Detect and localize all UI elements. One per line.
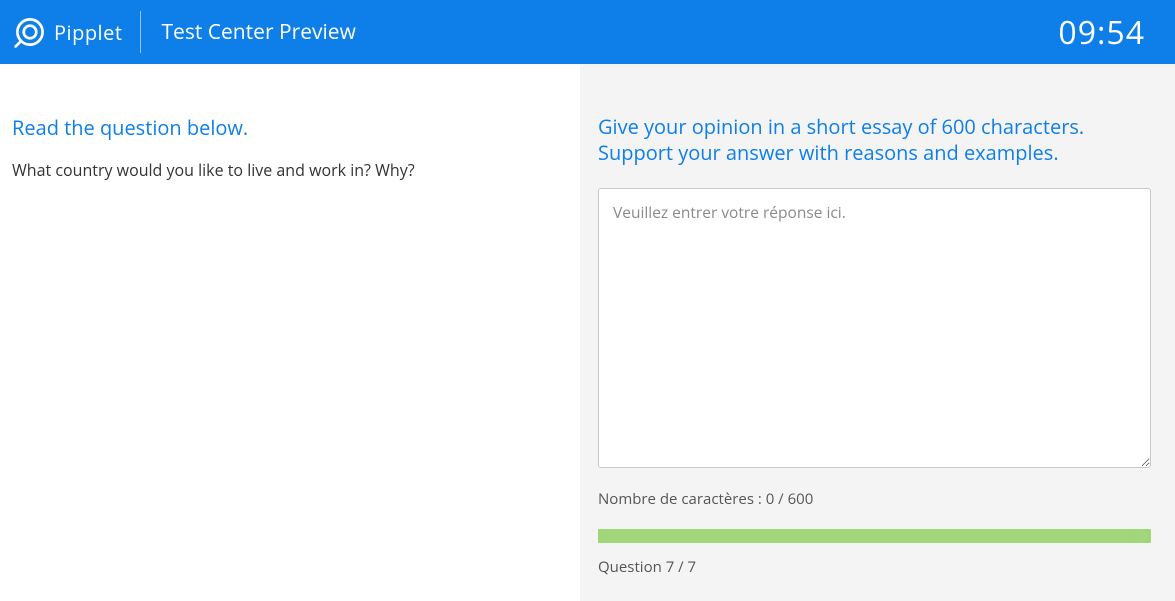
question-text: What country would you like to live and … [12, 159, 568, 181]
question-number: Question 7 / 7 [598, 557, 1151, 577]
countdown-timer: 09:54 [1058, 11, 1163, 54]
main-content: Read the question below. What country wo… [0, 64, 1175, 601]
answer-textarea[interactable] [598, 188, 1151, 468]
progress-bar [598, 529, 1151, 543]
character-count: Nombre de caractères : 0 / 600 [598, 489, 1151, 509]
page-title: Test Center Preview [161, 18, 355, 46]
brand-logo[interactable]: Pipplet [12, 11, 141, 53]
question-heading: Read the question below. [12, 114, 568, 141]
brand-text: Pipplet [54, 19, 122, 46]
brand-name: Pipplet [54, 19, 122, 46]
pipplet-logo-icon [12, 14, 48, 50]
question-panel: Read the question below. What country wo… [0, 64, 580, 601]
header: Pipplet Test Center Preview 09:54 [0, 0, 1175, 64]
answer-panel: Give your opinion in a short essay of 60… [580, 64, 1175, 601]
answer-heading: Give your opinion in a short essay of 60… [598, 114, 1151, 166]
